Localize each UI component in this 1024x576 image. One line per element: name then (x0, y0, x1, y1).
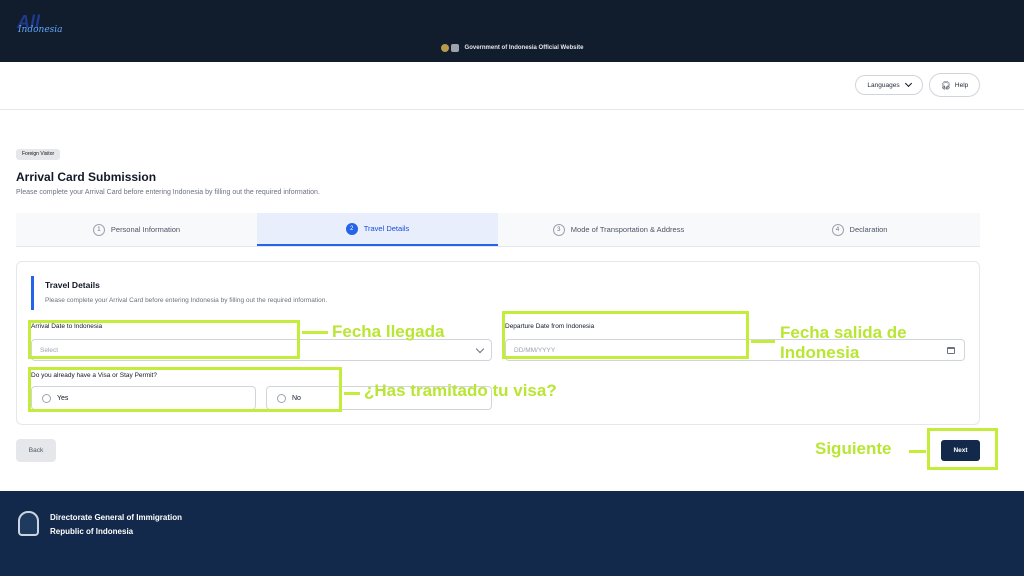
highlight-arrival-date (28, 320, 300, 359)
footer-org-name: Directorate General of Immigration (50, 513, 183, 522)
languages-label: Languages (867, 81, 900, 89)
back-button[interactable]: Back (16, 439, 56, 462)
section-title: Travel Details (45, 280, 100, 290)
page-title: Arrival Card Submission (16, 170, 157, 184)
immigration-emblem-icon (450, 44, 459, 52)
pointer-line-visa (344, 392, 360, 395)
help-button[interactable]: 🎧︎ Help (929, 73, 980, 97)
step-label: Mode of Transportation & Address (570, 225, 685, 234)
official-website-text: Government of Indonesia Official Website (464, 45, 584, 51)
pointer-line-departure (751, 340, 775, 343)
highlight-departure-date (502, 311, 749, 359)
step-number: 1 (92, 223, 105, 236)
visitor-type-badge: Foreign Visitor (16, 149, 61, 160)
languages-button[interactable]: Languages (855, 75, 923, 95)
pointer-line-arrival (302, 331, 328, 334)
highlight-next-button (927, 428, 998, 470)
immigration-emblem-icon (18, 511, 39, 536)
highlight-visa-question (28, 367, 342, 412)
footer-country: Republic of Indonesia (50, 527, 134, 536)
annotation-departure-line2: Indonesia (780, 343, 860, 362)
step-label: Declaration (849, 225, 888, 234)
logo-subtext: Indonesia (18, 25, 63, 35)
step-travel-details[interactable]: 2 Travel Details (257, 213, 498, 246)
step-number: 4 (831, 223, 844, 236)
section-accent-bar (31, 276, 34, 310)
step-label: Personal Information (110, 225, 181, 234)
step-number: 3 (552, 223, 565, 236)
chevron-down-icon (904, 79, 912, 88)
garuda-emblem-icon (440, 44, 449, 52)
calendar-icon (947, 347, 955, 354)
annotation-visa: ¿Has tramitado tu visa? (364, 381, 557, 400)
step-declaration[interactable]: 4 Declaration (739, 213, 980, 246)
annotation-arrival: Fecha llegada (332, 322, 445, 341)
form-stepper: 1 Personal Information 2 Travel Details … (16, 213, 980, 247)
help-label: Help (954, 81, 969, 89)
step-label: Travel Details (363, 224, 410, 233)
step-number: 2 (345, 222, 358, 235)
site-footer (0, 491, 1024, 576)
official-website-bar: Government of Indonesia Official Website (0, 0, 1024, 62)
page-subtitle: Please complete your Arrival Card before… (16, 189, 320, 196)
step-personal-information[interactable]: 1 Personal Information (16, 213, 257, 246)
pointer-line-next (909, 450, 926, 453)
section-subtitle: Please complete your Arrival Card before… (45, 297, 328, 304)
annotation-departure-line1: Fecha salida de (780, 323, 907, 342)
chevron-down-icon (475, 344, 485, 354)
annotation-next: Siguiente (815, 439, 892, 458)
step-transportation-address[interactable]: 3 Mode of Transportation & Address (498, 213, 739, 246)
headset-icon: 🎧︎ (940, 80, 951, 90)
